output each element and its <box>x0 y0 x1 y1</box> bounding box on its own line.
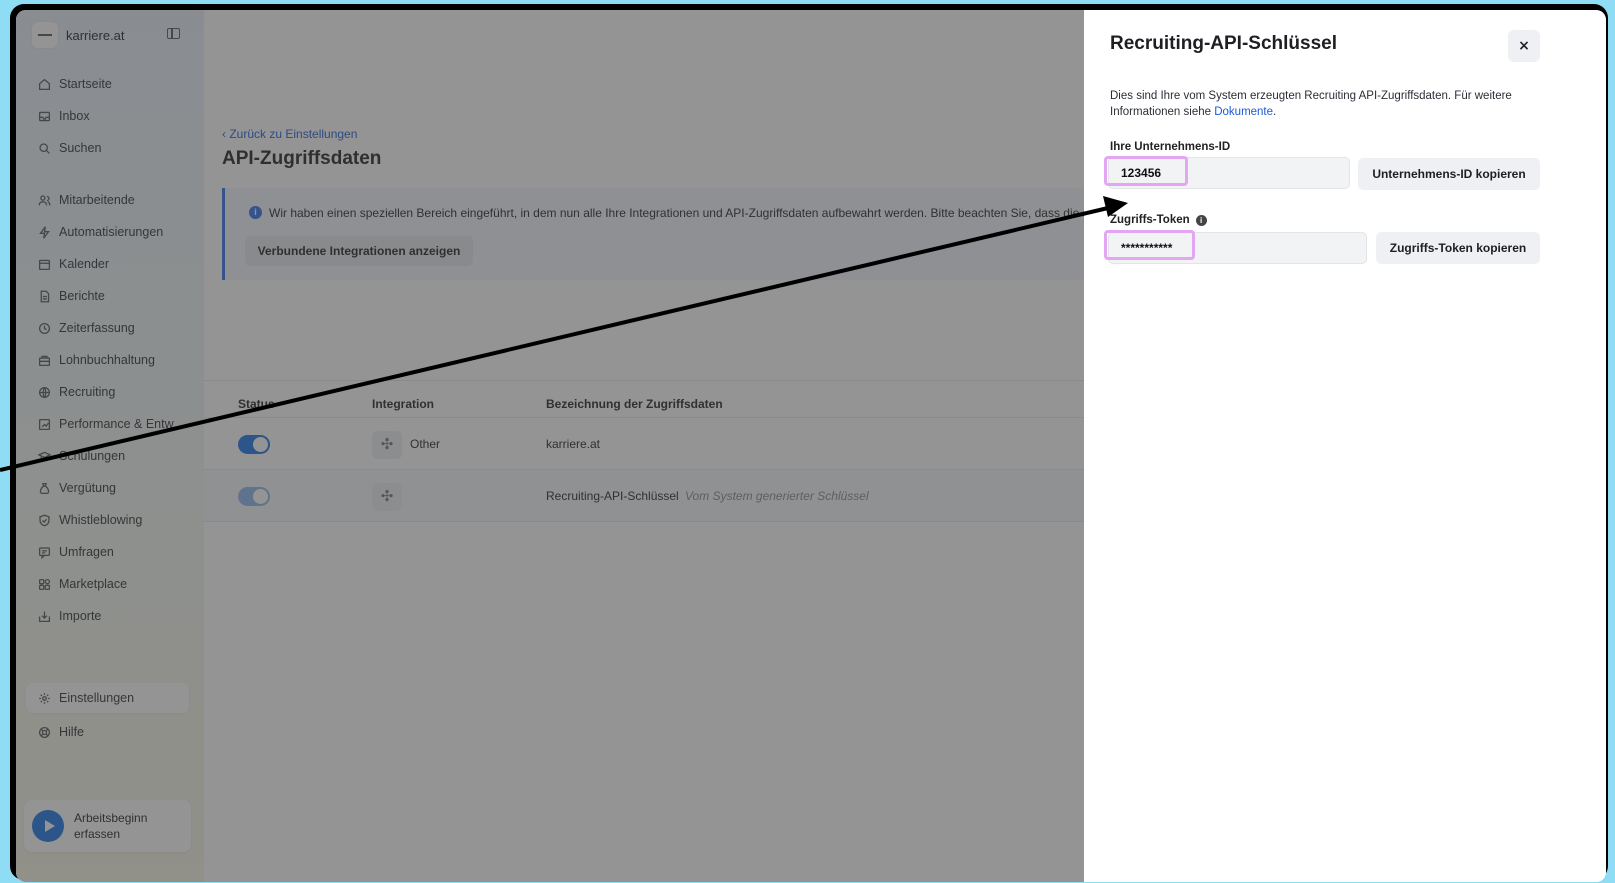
info-icon: i <box>249 206 262 219</box>
sidebar-item-whistleblowing[interactable]: Whistleblowing <box>38 510 142 530</box>
status-toggle <box>238 487 270 506</box>
credential-name: karriere.at <box>546 437 601 451</box>
column-header-integration: Integration <box>372 397 434 411</box>
table-header: Status Integration Bezeichnung der Zugri… <box>204 380 1084 418</box>
column-header-name: Bezeichnung der Zugriffsdaten <box>546 397 723 411</box>
clock-in-label: Arbeitsbeginn erfassen <box>74 811 148 841</box>
home-icon <box>38 78 51 90</box>
highlight-box <box>1104 156 1188 186</box>
info-text: Wir haben einen speziellen Bereich einge… <box>269 206 1115 220</box>
app-window: karriere.at Startseite Inbox Suchen Mita… <box>16 10 1606 882</box>
panel-description: Dies sind Ihre vom System erzeugten Recr… <box>1110 90 1512 118</box>
sidebar-item-mitarbeitende[interactable]: Mitarbeitende <box>38 190 135 210</box>
company-logo <box>32 22 58 48</box>
status-toggle[interactable] <box>238 435 270 454</box>
highlight-box <box>1104 230 1195 260</box>
sidebar-item-zeiterfassung[interactable]: Zeiterfassung <box>38 318 135 338</box>
credential-note: Vom System generierter Schlüssel <box>685 489 869 503</box>
brand-name: karriere.at <box>66 27 125 43</box>
play-icon <box>32 810 64 842</box>
lightning-icon <box>39 225 50 239</box>
sidebar-item-automatisierungen[interactable]: Automatisierungen <box>38 222 163 242</box>
page-title: API-Zugriffsdaten <box>222 148 382 169</box>
survey-icon <box>38 546 51 559</box>
sidebar-item-kalender[interactable]: Kalender <box>38 254 109 274</box>
gear-icon <box>39 692 50 704</box>
panel-title: Recruiting-API-Schlüssel <box>1110 33 1337 54</box>
brand[interactable]: karriere.at <box>32 22 125 48</box>
sidebar-item-startseite[interactable]: Startseite <box>38 74 112 94</box>
import-icon <box>38 611 51 622</box>
api-key-panel: Recruiting-API-Schlüssel × Dies sind Ihr… <box>1084 10 1606 882</box>
back-to-settings-link[interactable]: ‹ Zurück zu Einstellungen <box>222 127 357 141</box>
table-row[interactable]: ✣ Recruiting-API-Schlüssel Vom System ge… <box>204 470 1084 522</box>
token-label: Zugriffs-Token i <box>1110 214 1207 226</box>
copy-token-button[interactable]: Zugriffs-Token kopieren <box>1376 232 1540 264</box>
copy-company-id-button[interactable]: Unternehmens-ID kopieren <box>1358 158 1540 190</box>
clock-icon <box>38 322 51 334</box>
inbox-icon <box>38 111 51 121</box>
credential-name: Recruiting-API-Schlüssel <box>546 489 679 503</box>
sidebar: karriere.at Startseite Inbox Suchen Mita… <box>16 10 204 882</box>
close-button[interactable]: × <box>1508 30 1540 62</box>
sidebar-item-inbox[interactable]: Inbox <box>38 106 90 126</box>
show-integrations-button[interactable]: Verbundene Integrationen anzeigen <box>245 236 473 266</box>
table-row[interactable]: ✣ Other karriere.at <box>204 418 1084 470</box>
sidebar-collapse-icon[interactable] <box>167 28 180 39</box>
sidebar-item-verguetung[interactable]: Vergütung <box>38 478 116 498</box>
company-id-label: Ihre Unternehmens-ID <box>1110 141 1231 153</box>
help-icon <box>38 726 51 738</box>
money-bag-icon <box>39 482 50 494</box>
search-icon <box>39 142 50 154</box>
sidebar-item-suchen[interactable]: Suchen <box>38 138 101 158</box>
documents-link[interactable]: Dokumente <box>1214 106 1273 118</box>
globe-icon <box>38 386 51 398</box>
graduation-icon <box>38 451 51 461</box>
report-icon <box>40 290 50 302</box>
sidebar-item-schulungen[interactable]: Schulungen <box>38 446 125 466</box>
info-icon[interactable]: i <box>1195 214 1207 226</box>
calendar-icon <box>38 259 51 270</box>
main-content: ‹ Zurück zu Einstellungen API-Zugriffsda… <box>204 10 1115 882</box>
integration-icon: ✣ <box>372 431 402 459</box>
payroll-icon <box>38 355 51 366</box>
column-header-status: Status <box>238 397 275 411</box>
info-banner: i Wir haben einen speziellen Bereich ein… <box>222 188 1115 280</box>
grid-icon <box>38 578 51 590</box>
clock-in-button[interactable]: Arbeitsbeginn erfassen <box>24 800 191 852</box>
sidebar-item-berichte[interactable]: Berichte <box>38 286 105 306</box>
sidebar-item-marketplace[interactable]: Marketplace <box>38 574 127 594</box>
sidebar-item-importe[interactable]: Importe <box>38 606 101 626</box>
sidebar-item-recruiting[interactable]: Recruiting <box>38 382 115 402</box>
integration-name: Other <box>410 437 441 451</box>
sidebar-item-hilfe[interactable]: Hilfe <box>38 722 84 742</box>
sidebar-item-einstellungen[interactable]: Einstellungen <box>26 683 189 713</box>
users-icon <box>38 194 51 205</box>
sidebar-item-performance[interactable]: Performance & Entw... <box>38 414 183 434</box>
sidebar-item-umfragen[interactable]: Umfragen <box>38 542 114 562</box>
shield-icon <box>39 514 50 526</box>
performance-icon <box>38 418 51 430</box>
integration-icon: ✣ <box>372 483 402 511</box>
sidebar-item-lohnbuchhaltung[interactable]: Lohnbuchhaltung <box>38 350 155 370</box>
